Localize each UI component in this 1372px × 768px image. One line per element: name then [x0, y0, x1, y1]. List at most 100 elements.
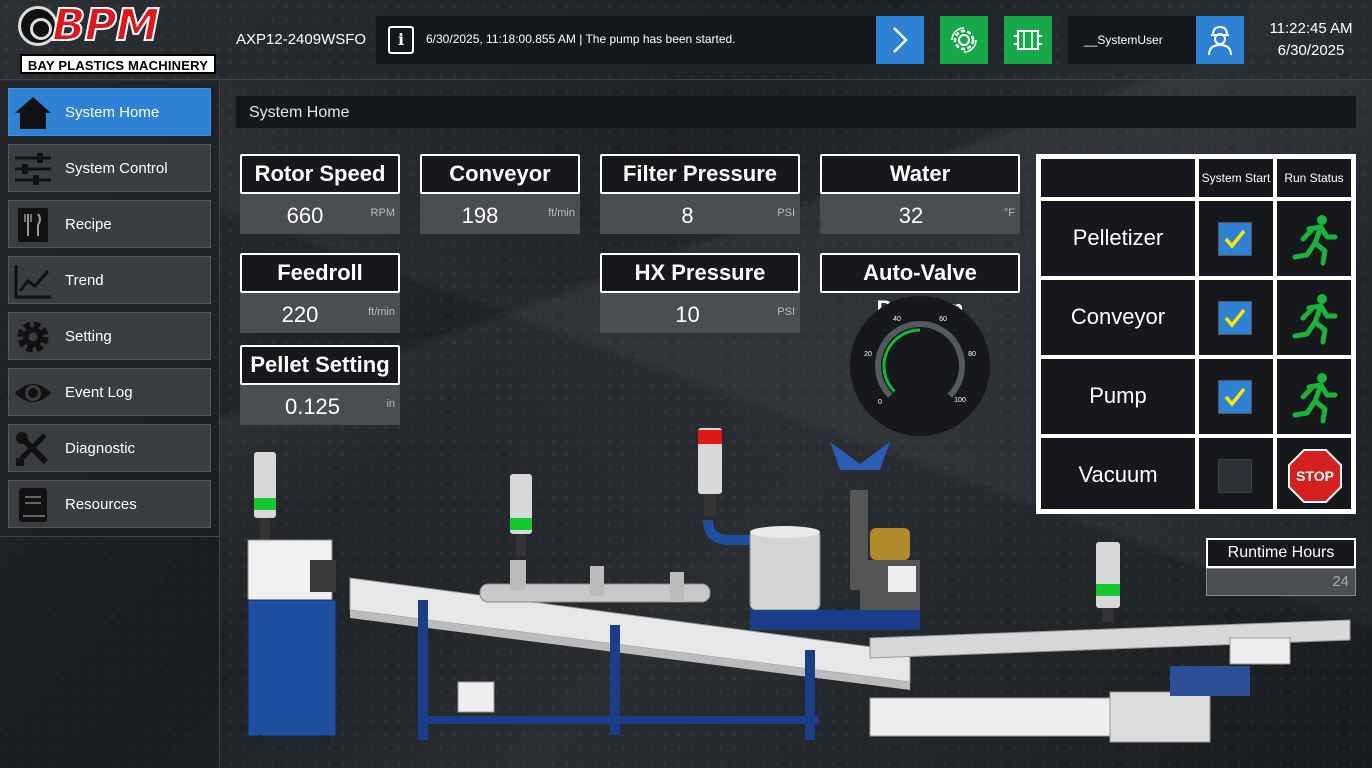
hx-pressure-value: 10	[675, 302, 700, 327]
nav-label: Recipe	[65, 216, 112, 233]
gauge-tick-label: 20	[864, 351, 872, 358]
filter-pressure-unit: PSI	[777, 207, 795, 219]
system-start-conveyor[interactable]	[1197, 278, 1275, 357]
feedroll-speed-unit: ft/min	[368, 306, 395, 318]
nav-label: Trend	[65, 272, 104, 289]
system-start-vacuum[interactable]	[1197, 436, 1275, 511]
recipe-book-icon	[18, 208, 48, 242]
conveyor-speed-value: 198	[461, 203, 499, 228]
gauge-tick-label: 0	[878, 399, 882, 406]
logo-subtitle: BAY PLASTICS MACHINERY	[20, 54, 216, 74]
nav-system-home[interactable]: System Home	[8, 88, 211, 136]
running-man-icon	[1292, 294, 1338, 345]
sidebar-divider	[0, 536, 219, 537]
checkbox-unchecked[interactable]	[1218, 459, 1252, 493]
nav-resources[interactable]: Resources	[8, 480, 211, 528]
nav-label: Setting	[65, 328, 112, 345]
subsystem-status-table: System Start Run Status Pelletizer Conve…	[1036, 154, 1356, 514]
info-icon: i	[388, 26, 414, 54]
system-start-pelletizer[interactable]	[1197, 199, 1275, 278]
runtime-hours-value: 24	[1206, 568, 1356, 596]
home-icon	[15, 97, 51, 129]
nav-recipe[interactable]: Recipe	[8, 200, 211, 248]
nav-event-log[interactable]: Event Log	[8, 368, 211, 416]
hx-pressure-unit: PSI	[777, 306, 795, 318]
row-name-vacuum: Vacuum	[1039, 436, 1197, 511]
run-status-pelletizer	[1275, 199, 1353, 278]
check-icon	[1224, 308, 1246, 328]
conveyor-speed-unit: ft/min	[548, 207, 575, 219]
settings-cog-button[interactable]	[940, 16, 988, 64]
checkbox-checked[interactable]	[1218, 380, 1252, 414]
rotor-speed-value-box[interactable]: 660 RPM	[240, 194, 400, 234]
wrench-screwdriver-icon	[16, 432, 49, 466]
rotor-speed-unit: RPM	[370, 207, 395, 219]
stack-light-3	[698, 428, 722, 516]
nav-label: System Home	[65, 104, 160, 121]
system-start-pump[interactable]	[1197, 357, 1275, 436]
row-name-conveyor: Conveyor	[1039, 278, 1197, 357]
gauge-tick-label: 100	[954, 397, 966, 404]
gauge-tick-label: 60	[939, 316, 947, 323]
nav-label: Resources	[65, 496, 137, 513]
header-bar: BPM BAY PLASTICS MACHINERY AXP12-2409WSF…	[0, 0, 1372, 80]
stack-light-1	[254, 452, 276, 540]
nav-system-control[interactable]: System Control	[8, 144, 211, 192]
chevron-right-icon	[893, 27, 908, 53]
nav-setting[interactable]: Setting	[8, 312, 211, 360]
nav-label: System Control	[65, 160, 168, 177]
col-header-system-start: System Start	[1197, 157, 1275, 199]
stop-sign-label: STOP	[1296, 468, 1334, 484]
user-login-button[interactable]	[1196, 16, 1244, 64]
col-header-run-status: Run Status	[1275, 157, 1353, 199]
nav-trend[interactable]: Trend	[8, 256, 211, 304]
run-status-vacuum: STOP	[1275, 436, 1353, 511]
hx-pressure-value-box[interactable]: 10 PSI	[600, 293, 800, 333]
pellet-setting-title: Pellet Setting	[240, 345, 400, 385]
trend-chart-icon	[14, 265, 51, 299]
pellet-setting-value-box[interactable]: 0.125 in	[240, 385, 400, 425]
auto-valve-gauge: 0 20 40 60 80 100	[850, 296, 990, 436]
gear-cycle-icon	[951, 27, 977, 53]
machine-id: AXP12-2409WSFO	[236, 31, 367, 48]
filter-pressure-title: Filter Pressure	[600, 154, 800, 194]
check-icon	[1224, 387, 1246, 407]
page-title: System Home	[249, 104, 350, 121]
filter-pressure-value-box[interactable]: 8 PSI	[600, 194, 800, 234]
username: __SystemUser	[1084, 33, 1163, 47]
clock-time: 11:22:45 AM	[1269, 20, 1353, 37]
event-message-text: 6/30/2025, 11:18:00.855 AM | The pump ha…	[426, 32, 736, 46]
gauge-tick-label: 80	[968, 351, 976, 358]
water-temperature-value: 32	[898, 203, 924, 228]
page-title-bar: System Home	[236, 96, 1356, 128]
stack-light-4	[1096, 542, 1120, 622]
rotor-speed-title: Rotor Speed	[240, 154, 400, 194]
pellet-setting-value: 0.125	[284, 394, 341, 419]
run-status-conveyor	[1275, 278, 1353, 357]
water-temperature-value-box[interactable]: 32 °F	[820, 194, 1020, 234]
running-man-icon	[1292, 373, 1338, 424]
book-icon	[19, 488, 47, 522]
water-temperature-unit: °F	[1003, 207, 1015, 219]
auto-valve-title: Auto-Valve Position	[820, 253, 1020, 321]
plc-module-icon	[1014, 30, 1042, 50]
running-man-icon	[1292, 215, 1338, 266]
checkbox-checked[interactable]	[1218, 222, 1252, 256]
sliders-icon	[15, 153, 51, 185]
feedroll-speed-value: 220	[281, 302, 319, 327]
plc-module-button[interactable]	[1004, 16, 1052, 64]
run-status-pump	[1275, 357, 1353, 436]
nav-diagnostic[interactable]: Diagnostic	[8, 424, 211, 472]
operator-user-icon	[1208, 25, 1232, 56]
user-box: __SystemUser	[1068, 16, 1196, 64]
conveyor-speed-value-box[interactable]: 198 ft/min	[420, 194, 580, 234]
check-icon	[1224, 229, 1246, 249]
checkbox-checked[interactable]	[1218, 301, 1252, 335]
rotor-speed-value: 660	[286, 203, 324, 228]
filter-pressure-value: 8	[681, 203, 694, 228]
water-temperature-title: Water Temperature	[820, 154, 1020, 222]
row-name-pump: Pump	[1039, 357, 1197, 436]
feedroll-speed-value-box[interactable]: 220 ft/min	[240, 293, 400, 333]
nav-label: Event Log	[65, 384, 133, 401]
next-message-button[interactable]	[876, 16, 924, 64]
